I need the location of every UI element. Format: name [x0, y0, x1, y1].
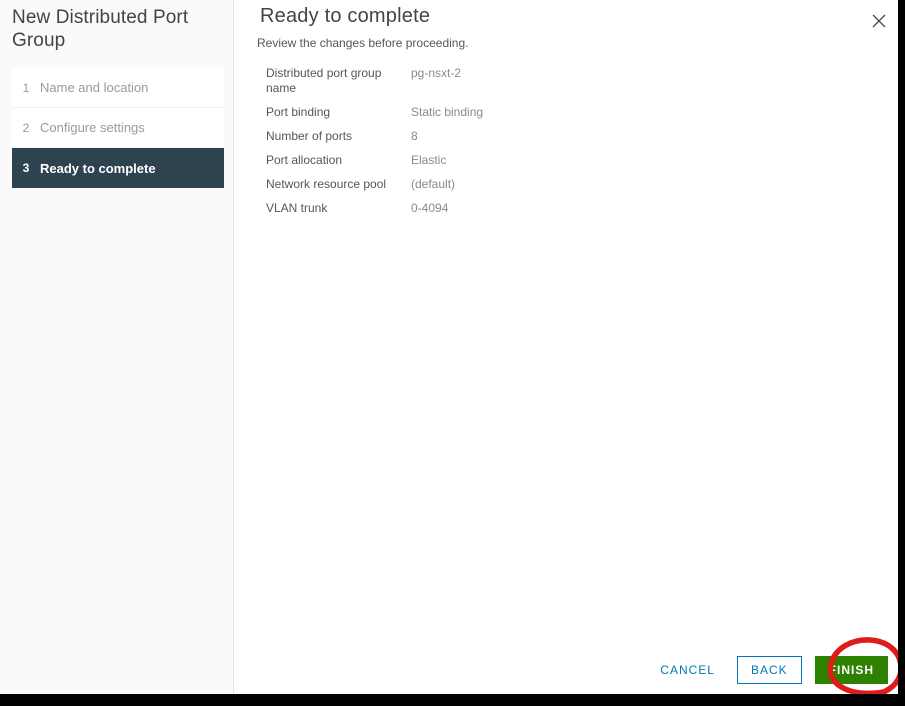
summary-value: Elastic	[411, 153, 447, 167]
cancel-button[interactable]: CANCEL	[650, 657, 725, 683]
summary-row: Port allocation Elastic	[266, 153, 716, 168]
summary-row: Network resource pool (default)	[266, 177, 716, 192]
summary-label: Port binding	[266, 105, 331, 119]
summary-list: Distributed port group name pg-nsxt-2 Po…	[266, 66, 716, 225]
step-number: 2	[22, 120, 30, 135]
page-title: Ready to complete	[260, 5, 431, 27]
step-label: Name and location	[40, 80, 149, 95]
summary-row: VLAN trunk 0-4094	[266, 201, 716, 216]
step-label: Ready to complete	[40, 160, 156, 176]
back-button[interactable]: BACK	[736, 656, 802, 684]
summary-label: Network resource pool	[266, 177, 387, 191]
wizard-sidebar: New Distributed Port Group 1 Name and lo…	[0, 0, 234, 694]
step-number: 1	[22, 80, 30, 95]
step-label: Configure settings	[40, 120, 145, 135]
sidebar-step-ready-to-complete[interactable]: 3 Ready to complete	[12, 148, 224, 188]
summary-label: Distributed port group name	[266, 66, 382, 95]
window-bottom-edge	[0, 694, 905, 706]
window-right-edge	[898, 0, 905, 706]
wizard-step-list: 1 Name and location 2 Configure settings…	[0, 68, 234, 188]
summary-label: VLAN trunk	[266, 201, 328, 215]
summary-row: Port binding Static binding	[266, 105, 716, 120]
step-number: 3	[22, 161, 30, 175]
summary-value: (default)	[411, 177, 456, 191]
finish-button[interactable]: FINISH	[814, 656, 888, 684]
new-distributed-port-group-wizard: New Distributed Port Group 1 Name and lo…	[0, 0, 898, 694]
summary-row: Number of ports 8	[266, 129, 716, 144]
summary-label: Number of ports	[266, 129, 353, 143]
sidebar-step-configure-settings[interactable]: 2 Configure settings	[12, 108, 224, 148]
wizard-content: Ready to complete Review the changes bef…	[235, 0, 898, 694]
summary-value: pg-nsxt-2	[411, 66, 462, 80]
summary-value: 0-4094	[411, 201, 449, 215]
summary-label: Port allocation	[266, 153, 343, 167]
sidebar-step-name-and-location[interactable]: 1 Name and location	[12, 68, 224, 108]
wizard-footer: CANCEL BACK FINISH	[235, 646, 898, 694]
summary-value: 8	[411, 129, 418, 143]
close-icon[interactable]	[866, 8, 892, 34]
summary-row: Distributed port group name pg-nsxt-2	[266, 66, 716, 96]
summary-value: Static binding	[411, 105, 484, 119]
page-subtitle: Review the changes before proceeding.	[257, 36, 469, 50]
wizard-title: New Distributed Port Group	[12, 7, 189, 51]
